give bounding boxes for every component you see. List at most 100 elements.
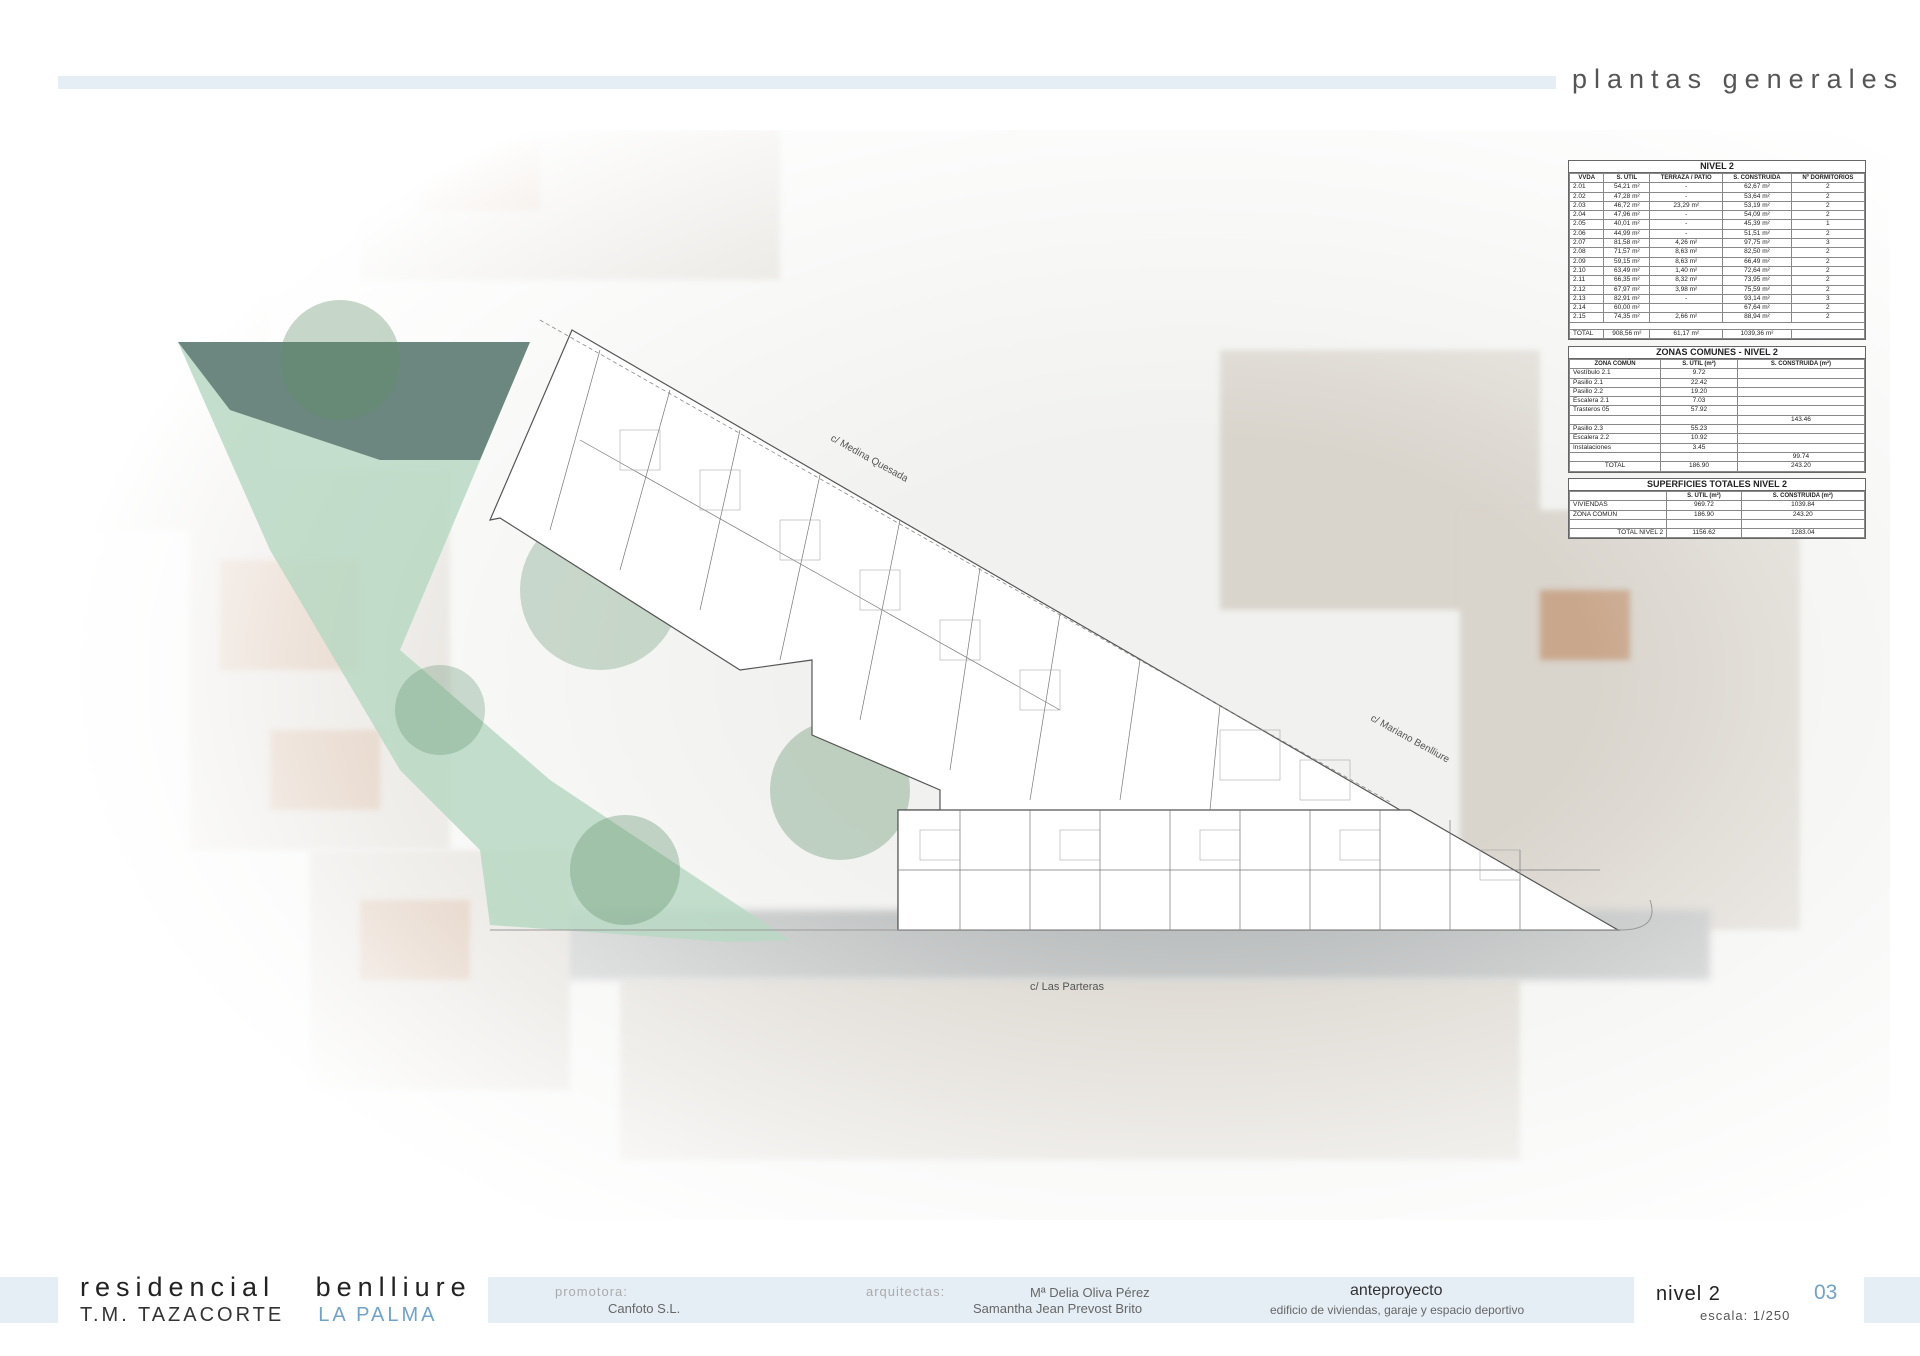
table-cell: 3,98 m² [1649, 284, 1724, 295]
table-cell: 2 [1790, 210, 1866, 221]
table-row: 2.02 47,28 m² -53,64 m² 2 [1568, 191, 1866, 202]
table-cell: 3.45 [1660, 442, 1738, 453]
table-cell [1660, 414, 1738, 426]
table-cell: Escalera 2.2 [1568, 433, 1662, 444]
table-row: 2.12 67,97 m² 3,98 m² 75,59 m² 2 [1568, 284, 1866, 295]
table-cell [1568, 414, 1662, 426]
table-cell: 2.14 [1568, 303, 1605, 314]
table-cell: - [1649, 210, 1724, 221]
table-cell: 81,58 m² [1603, 238, 1651, 249]
table-cell: Pasillo 2.3 [1568, 424, 1662, 435]
common-table-caption: ZONAS COMUNES - NIVEL 2 [1569, 347, 1865, 359]
table-cell: 2.11 [1568, 275, 1605, 286]
table-row: 143.46 [1568, 414, 1866, 426]
table-cell: 75,59 m² [1722, 284, 1792, 295]
units-table: NIVEL 2 VVDA S. ÚTIL TERRAZA / PATIO S. CON… [1568, 160, 1866, 341]
units-table-caption: NIVEL 2 [1569, 161, 1865, 173]
table-cell [1736, 377, 1866, 388]
table-row: 2.15 74,35 m² 2,66 m² 88,94 m² 2 [1568, 312, 1866, 323]
table-row [1568, 518, 1866, 530]
table-cell: 53,64 m² [1722, 191, 1792, 202]
table-cell: 2.08 [1568, 247, 1605, 258]
units-table-header: VVDA S. ÚTIL TERRAZA / PATIO S. CONSTRUIDA N… [1568, 172, 1866, 184]
table-row: 2.13 82,91 m² -93,14 m² 3 [1568, 293, 1866, 305]
table-cell: 1 [1790, 219, 1866, 230]
table-cell: 53,19 m² [1722, 200, 1792, 212]
arquitecta-1: Mª Delia Oliva Pérez [1030, 1285, 1150, 1300]
promotora-value: Canfoto S.L. [608, 1301, 681, 1316]
table-cell: 2 [1790, 191, 1866, 202]
table-cell: 2 [1790, 182, 1866, 193]
table-cell: 10.92 [1660, 433, 1738, 444]
table-cell: ZONA COMÚN [1568, 509, 1668, 520]
promotora-label: promotora: [555, 1284, 628, 1299]
municipality: T.M. TAZACORTE [80, 1304, 285, 1326]
table-cell: 243.20 [1740, 509, 1866, 520]
table-row: 2.08 71,57 m² 8,63 m² 82,50 m² 2 [1568, 247, 1866, 258]
totals-table-total: TOTAL NIVEL 2 1156.62 1283.04 [1568, 528, 1866, 539]
table-cell: 2.03 [1568, 200, 1605, 212]
table-cell [1736, 442, 1866, 453]
table-cell: - [1649, 228, 1724, 240]
table-cell: 3 [1790, 293, 1866, 305]
table-cell: 2.02 [1568, 191, 1605, 202]
street-label-medina: c/ Medina Quesada [829, 433, 911, 485]
table-cell [1740, 518, 1866, 530]
table-cell: 82,50 m² [1722, 247, 1792, 258]
table-cell: 2.05 [1568, 219, 1605, 230]
table-row: 2.14 60,00 m² 67,64 m² 2 [1568, 303, 1866, 314]
table-cell: 59,15 m² [1603, 256, 1651, 267]
table-cell: 88,94 m² [1722, 312, 1792, 323]
table-cell: 186.90 [1666, 509, 1742, 520]
table-cell: 71,57 m² [1603, 247, 1651, 258]
table-cell: 60,00 m² [1603, 303, 1651, 314]
table-row: 2.03 46,72 m² 23,29 m² 53,19 m² 2 [1568, 200, 1866, 212]
table-cell: Vestíbulo 2.1 [1568, 368, 1662, 379]
table-cell: 82,91 m² [1603, 293, 1651, 305]
table-row: 2.04 47,96 m² -54,09 m² 2 [1568, 210, 1866, 221]
table-cell: 2 [1790, 247, 1866, 258]
table-cell: 2 [1790, 200, 1866, 212]
page-number: 03 [1814, 1281, 1838, 1304]
table-cell: 2 [1790, 228, 1866, 240]
table-cell [1736, 433, 1866, 444]
table-cell: 57.92 [1660, 405, 1738, 416]
table-cell: 54,21 m² [1603, 182, 1651, 193]
table-row: Pasillo 2.2 19.20 [1568, 386, 1866, 398]
table-row: Instalaciones 3.45 [1568, 442, 1866, 453]
table-cell: 67,97 m² [1603, 284, 1651, 295]
table-cell: 2 [1790, 275, 1866, 286]
table-cell: 73,95 m² [1722, 275, 1792, 286]
table-cell: 66,35 m² [1603, 275, 1651, 286]
totals-table: SUPERFICIES TOTALES NIVEL 2 S. ÚTIL (m²)… [1568, 478, 1866, 540]
table-cell: 2.09 [1568, 256, 1605, 267]
table-cell: 2 [1790, 312, 1866, 323]
table-cell: 2,66 m² [1649, 312, 1724, 323]
table-cell: 62,67 m² [1722, 182, 1792, 193]
street-label-benlliure: c/ Mariano Benlliure [1369, 713, 1452, 766]
project-location: T.M. TAZACORTE LA PALMA [80, 1304, 437, 1327]
table-cell: 44,99 m² [1603, 228, 1651, 240]
units-table-total: TOTAL 908,56 m² 61,17 m² 1039,36 m² [1568, 328, 1866, 340]
table-cell: 40,01 m² [1603, 219, 1651, 230]
level-label: nivel 2 [1656, 1283, 1721, 1305]
table-cell: 2.13 [1568, 293, 1605, 305]
table-cell: 2.06 [1568, 228, 1605, 240]
totals-table-header: S. ÚTIL (m²) S. CONSTRUIDA (m²) [1568, 490, 1866, 502]
totals-table-caption: SUPERFICIES TOTALES NIVEL 2 [1569, 479, 1865, 491]
table-cell: 55.23 [1660, 424, 1738, 435]
table-row: 2.01 54,21 m² -62,67 m² 2 [1568, 182, 1866, 193]
table-cell: 2 [1790, 265, 1866, 277]
table-cell: 1,40 m² [1649, 265, 1724, 277]
common-table-header: ZONA COMÚN S. ÚTIL (m²) S. CONSTRUIDA (m²) [1568, 358, 1866, 370]
table-cell: 143.46 [1736, 414, 1866, 426]
street-label-parteras: c/ Las Parteras [1030, 981, 1104, 993]
project-title: residencial benlliure [80, 1272, 472, 1302]
table-cell [1736, 396, 1866, 407]
table-row: 2.10 63,49 m² 1,40 m² 72,64 m² 2 [1568, 265, 1866, 277]
header-bar [58, 76, 1556, 89]
table-row: 2.09 59,15 m² 8,63 m² 66,49 m² 2 [1568, 256, 1866, 267]
table-cell: 4,26 m² [1649, 238, 1724, 249]
section-title: plantas generales [1572, 64, 1905, 94]
table-cell: 8,32 m² [1649, 275, 1724, 286]
